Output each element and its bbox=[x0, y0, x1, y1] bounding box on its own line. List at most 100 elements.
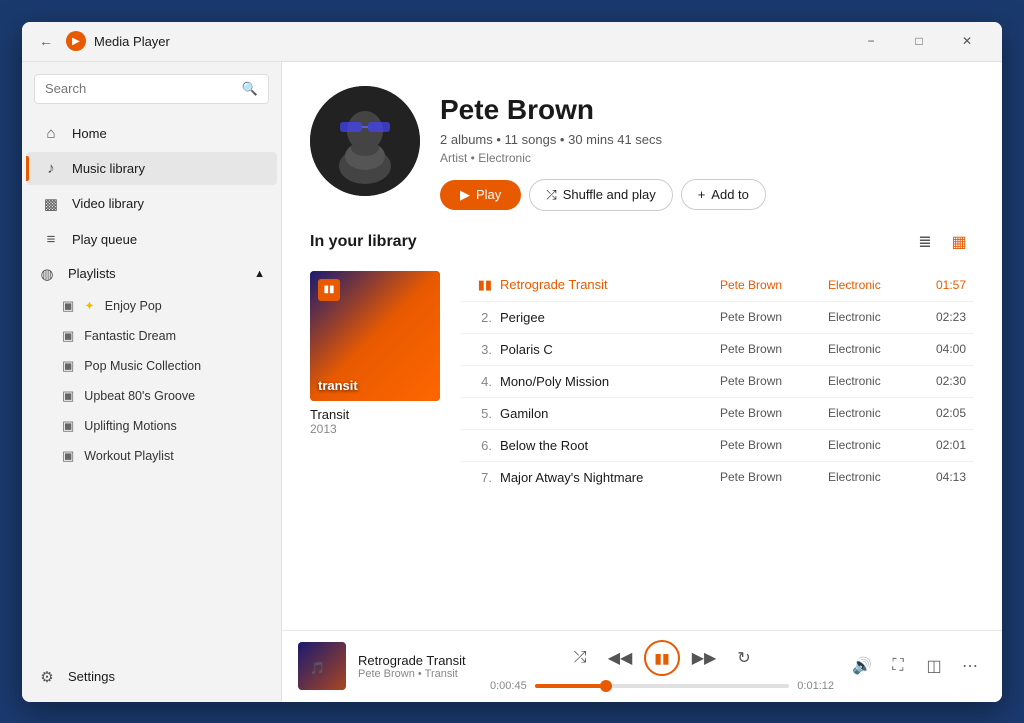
app-title: Media Player bbox=[94, 34, 170, 49]
shuffle-icon: ⤮ bbox=[546, 187, 556, 203]
table-row[interactable]: ▮▮ Retrograde Transit Pete Brown Electro… bbox=[460, 271, 974, 299]
sidebar: 🔍 ⌂ Home ♪ Music library ▩ Video library… bbox=[22, 62, 282, 702]
fullscreen-button[interactable]: ⛶ bbox=[882, 650, 914, 682]
playlist-label: Upbeat 80's Groove bbox=[84, 389, 195, 403]
main-content: Pete Brown 2 albums • 11 songs • 30 mins… bbox=[282, 62, 1002, 702]
playlist-item-pop-music[interactable]: ▣ Pop Music Collection bbox=[26, 352, 277, 380]
artist-info: Pete Brown 2 albums • 11 songs • 30 mins… bbox=[440, 86, 974, 211]
table-row[interactable]: 3. Polaris C Pete Brown Electronic 04:00 bbox=[460, 336, 974, 363]
player-artist-album: Pete Brown • Transit bbox=[358, 668, 478, 680]
play-pause-button[interactable]: ▮▮ bbox=[644, 640, 680, 676]
playlist-item-enjoy-pop[interactable]: ▣ ✦ Enjoy Pop bbox=[26, 292, 277, 320]
playlists-icon: ◍ bbox=[38, 265, 56, 283]
titlebar-left: ← ▶ Media Player bbox=[34, 29, 170, 53]
playlist-icon: ▣ bbox=[62, 358, 74, 374]
table-row[interactable]: 6. Below the Root Pete Brown Electronic … bbox=[460, 432, 974, 459]
view-buttons: ≣ ▦ bbox=[910, 227, 974, 257]
sidebar-item-play-queue[interactable]: ≡ Play queue bbox=[26, 223, 277, 256]
video-icon: ▩ bbox=[42, 195, 60, 213]
app-window: ← ▶ Media Player − □ ✕ 🔍 ⌂ Home ♪ Music … bbox=[22, 22, 1002, 702]
playlists-label: Playlists bbox=[68, 266, 116, 281]
track-title: Retrograde Transit bbox=[500, 277, 712, 292]
playlist-icon: ▣ bbox=[62, 448, 74, 464]
next-button[interactable]: ▶▶ bbox=[688, 642, 720, 674]
playlist-icon: ▣ bbox=[62, 388, 74, 404]
shuffle-button[interactable]: ⤮ Shuffle and play bbox=[529, 179, 672, 211]
table-row[interactable]: 4. Mono/Poly Mission Pete Brown Electron… bbox=[460, 368, 974, 395]
track-duration: 02:23 bbox=[926, 310, 966, 324]
track-number: 6. bbox=[468, 438, 492, 453]
playlist-item-fantastic-dream[interactable]: ▣ Fantastic Dream bbox=[26, 322, 277, 350]
table-row[interactable]: 5. Gamilon Pete Brown Electronic 02:05 bbox=[460, 400, 974, 427]
playlist-label: Pop Music Collection bbox=[84, 359, 201, 373]
album-name: Transit bbox=[310, 407, 440, 422]
play-button[interactable]: ▶ Play bbox=[440, 180, 521, 210]
sidebar-item-label: Video library bbox=[72, 196, 144, 211]
volume-button[interactable]: 🔊 bbox=[846, 650, 878, 682]
star-icon: ✦ bbox=[84, 298, 94, 313]
miniplayer-button[interactable]: ◫ bbox=[918, 650, 950, 682]
track-number: 3. bbox=[468, 342, 492, 357]
table-row[interactable]: 7. Major Atway's Nightmare Pete Brown El… bbox=[460, 464, 974, 491]
track-artist: Pete Brown bbox=[720, 406, 820, 420]
table-row[interactable]: 2. Perigee Pete Brown Electronic 02:23 bbox=[460, 304, 974, 331]
search-box[interactable]: 🔍 bbox=[34, 74, 269, 104]
track-duration: 02:01 bbox=[926, 438, 966, 452]
playlist-label: Uplifting Motions bbox=[84, 419, 176, 433]
albums-tracks: ▮▮ transit Transit 2013 ▮▮ Retrograde Tr… bbox=[310, 271, 974, 491]
close-button[interactable]: ✕ bbox=[944, 25, 990, 57]
home-icon: ⌂ bbox=[42, 125, 60, 142]
app-icon: ▶ bbox=[66, 31, 86, 51]
player-buttons: ⤮ ◀◀ ▮▮ ▶▶ ↻ bbox=[564, 640, 760, 676]
track-duration: 01:57 bbox=[926, 278, 966, 292]
track-title: Polaris C bbox=[500, 342, 712, 357]
list-view-button[interactable]: ≣ bbox=[910, 227, 940, 257]
track-title: Gamilon bbox=[500, 406, 712, 421]
shuffle-player-button[interactable]: ⤮ bbox=[564, 642, 596, 674]
more-options-button[interactable]: ⋯ bbox=[954, 650, 986, 682]
search-input[interactable] bbox=[45, 81, 234, 96]
track-title: Perigee bbox=[500, 310, 712, 325]
now-playing-indicator: ▮▮ bbox=[318, 279, 340, 301]
track-genre: Electronic bbox=[828, 342, 918, 356]
playlist-item-uplifting[interactable]: ▣ Uplifting Motions bbox=[26, 412, 277, 440]
repeat-button[interactable]: ↻ bbox=[728, 642, 760, 674]
album-card-transit[interactable]: ▮▮ transit Transit 2013 bbox=[310, 271, 440, 491]
playlist-item-upbeat[interactable]: ▣ Upbeat 80's Groove bbox=[26, 382, 277, 410]
sidebar-item-video-library[interactable]: ▩ Video library bbox=[26, 187, 277, 221]
titlebar: ← ▶ Media Player − □ ✕ bbox=[22, 22, 1002, 62]
time-total: 0:01:12 bbox=[797, 680, 834, 692]
grid-view-button[interactable]: ▦ bbox=[944, 227, 974, 257]
track-artist: Pete Brown bbox=[720, 342, 820, 356]
chevron-up-icon: ▲ bbox=[254, 268, 265, 280]
sidebar-item-label: Music library bbox=[72, 161, 145, 176]
settings-icon: ⚙ bbox=[38, 668, 56, 686]
library-header: In your library ≣ ▦ bbox=[310, 227, 974, 257]
track-duration: 04:13 bbox=[926, 470, 966, 484]
progress-thumb bbox=[600, 680, 612, 692]
add-label: Add to bbox=[711, 187, 749, 202]
track-genre: Electronic bbox=[828, 310, 918, 324]
playlist-label: Fantastic Dream bbox=[84, 329, 176, 343]
settings-item[interactable]: ⚙ Settings bbox=[22, 656, 281, 694]
progress-bar[interactable] bbox=[535, 684, 790, 688]
playlists-header[interactable]: ◍ Playlists ▲ bbox=[22, 257, 281, 291]
album-art-label: transit bbox=[318, 378, 358, 393]
previous-button[interactable]: ◀◀ bbox=[604, 642, 636, 674]
track-artist: Pete Brown bbox=[720, 310, 820, 324]
library-title: In your library bbox=[310, 233, 910, 251]
maximize-button[interactable]: □ bbox=[896, 25, 942, 57]
search-icon: 🔍 bbox=[242, 81, 258, 97]
album-year: 2013 bbox=[310, 422, 440, 436]
sidebar-item-home[interactable]: ⌂ Home bbox=[26, 117, 277, 150]
back-button[interactable]: ← bbox=[34, 29, 58, 53]
play-icon: ▶ bbox=[460, 187, 470, 203]
playlist-icon: ▣ bbox=[62, 418, 74, 434]
player-right-controls: 🔊 ⛶ ◫ ⋯ bbox=[846, 650, 986, 682]
playlist-item-workout[interactable]: ▣ Workout Playlist bbox=[26, 442, 277, 470]
add-to-button[interactable]: + Add to bbox=[681, 179, 766, 210]
artist-name: Pete Brown bbox=[440, 94, 974, 126]
player-info: Retrograde Transit Pete Brown • Transit bbox=[358, 653, 478, 680]
sidebar-item-music-library[interactable]: ♪ Music library bbox=[26, 152, 277, 185]
minimize-button[interactable]: − bbox=[848, 25, 894, 57]
